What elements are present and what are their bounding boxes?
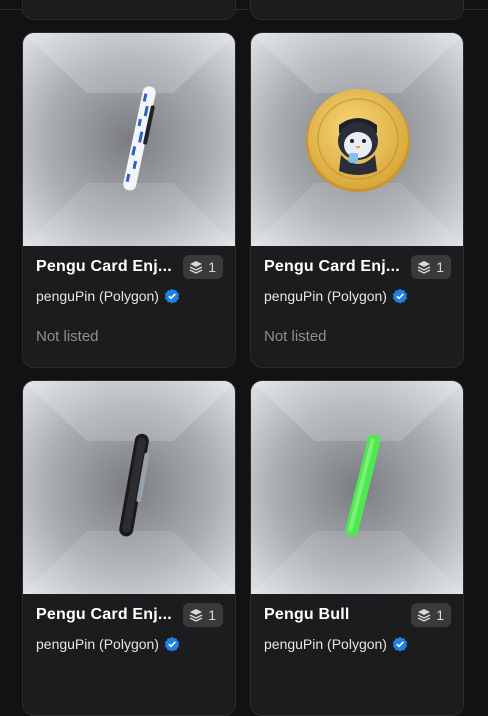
layers-icon [417, 261, 431, 274]
nft-title: Pengu Card Enj... [36, 258, 172, 275]
nft-thumbnail[interactable] [251, 381, 463, 594]
nft-card[interactable]: Pengu Card Enj... 1 penguPin (Polygon) [22, 380, 236, 716]
nft-grid: Pengu Card Enj... 1 penguPin (Polygon) N… [22, 0, 466, 716]
layers-icon [189, 609, 203, 622]
listing-status: Not listed [36, 328, 99, 345]
nft-card[interactable]: Pengu Bull 1 penguPin (Polygon) [250, 380, 464, 716]
nft-card[interactable] [250, 0, 464, 20]
edition-badge: 1 [411, 603, 451, 627]
nft-title: Pengu Card Enj... [264, 258, 400, 275]
nft-title: Pengu Bull [264, 606, 350, 623]
verified-icon [164, 636, 180, 652]
verified-icon [392, 636, 408, 652]
edition-badge: 1 [183, 255, 223, 279]
edition-count: 1 [436, 607, 444, 623]
collection-name[interactable]: penguPin (Polygon) [36, 636, 159, 652]
collection-name[interactable]: penguPin (Polygon) [264, 288, 387, 304]
layers-icon [417, 609, 431, 622]
layers-icon [189, 261, 203, 274]
collection-name[interactable]: penguPin (Polygon) [264, 636, 387, 652]
nft-card[interactable]: Pengu Card Enj... 1 penguPin (Polygon) [250, 32, 464, 368]
edition-count: 1 [208, 259, 216, 275]
verified-icon [164, 288, 180, 304]
nft-thumbnail[interactable] [23, 33, 235, 246]
edition-badge: 1 [183, 603, 223, 627]
collection-name[interactable]: penguPin (Polygon) [36, 288, 159, 304]
edition-badge: 1 [411, 255, 451, 279]
listing-status: Not listed [264, 328, 327, 345]
verified-icon [392, 288, 408, 304]
edition-count: 1 [208, 607, 216, 623]
nft-thumbnail[interactable] [23, 381, 235, 594]
nft-card[interactable] [22, 0, 236, 20]
nft-thumbnail[interactable] [251, 33, 463, 246]
nft-card[interactable]: Pengu Card Enj... 1 penguPin (Polygon) [22, 32, 236, 368]
edition-count: 1 [436, 259, 444, 275]
nft-title: Pengu Card Enj... [36, 606, 172, 623]
